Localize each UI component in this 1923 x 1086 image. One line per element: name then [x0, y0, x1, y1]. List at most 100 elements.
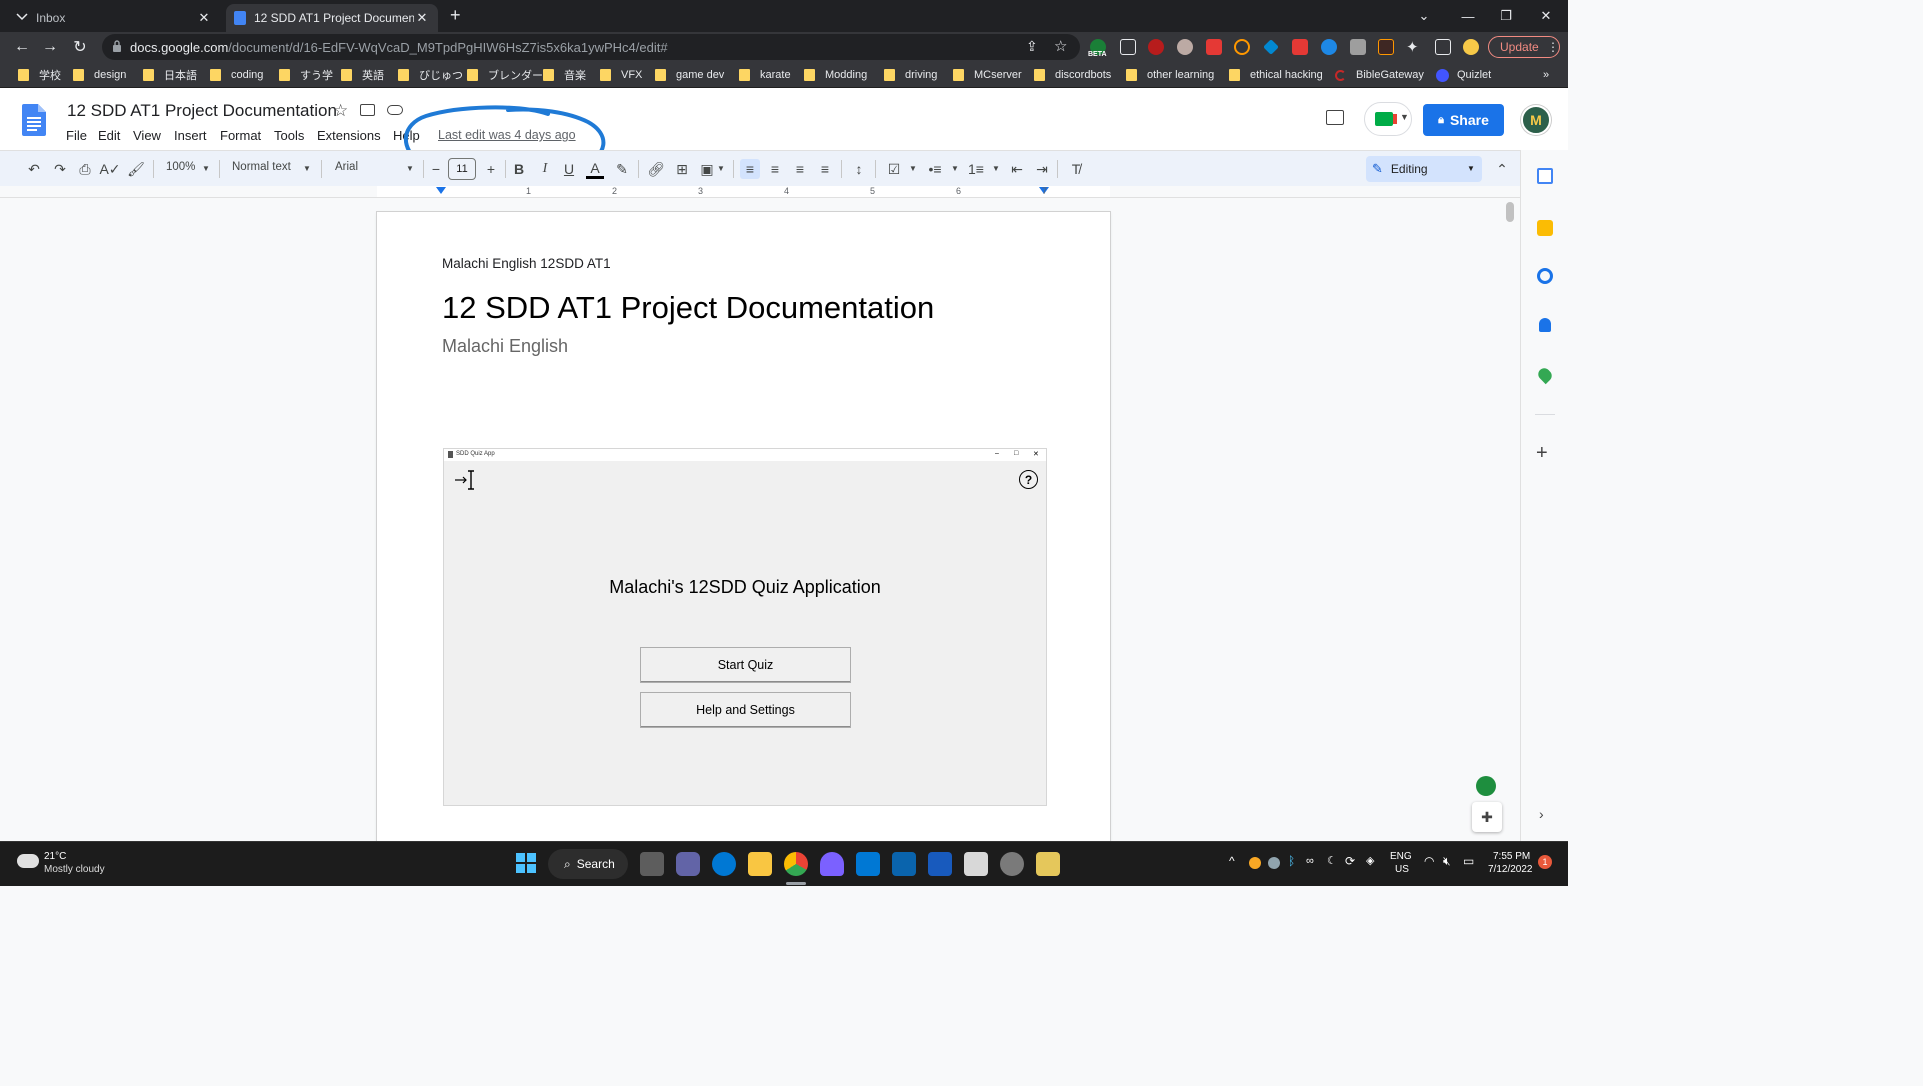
redo-icon[interactable]: ↷	[50, 159, 70, 179]
forward-icon[interactable]: →	[40, 37, 60, 57]
tray-infinity-icon[interactable]: ∞	[1306, 855, 1314, 867]
restore-icon[interactable]: ❐	[1484, 0, 1528, 32]
menu-dots-icon[interactable]: ⋮	[1547, 40, 1559, 54]
bulleted-list-icon[interactable]: •≡	[925, 159, 945, 179]
clock-time[interactable]: 7:55 PM	[1493, 851, 1530, 862]
meet-button[interactable]: ▼	[1364, 102, 1412, 136]
language-top[interactable]: ENG	[1390, 851, 1412, 862]
update-button[interactable]: Update ⋮	[1488, 36, 1560, 58]
italic-icon[interactable]: I	[536, 159, 554, 179]
decrease-indent-icon[interactable]: ⇤	[1007, 159, 1027, 179]
bookmark-folder[interactable]: design	[73, 68, 126, 82]
bluetooth-icon[interactable]: ᛒ	[1288, 854, 1295, 868]
bookmark-folder[interactable]: ブレンダー	[467, 68, 543, 82]
bookmark-folder[interactable]: karate	[739, 68, 791, 82]
address-bar[interactable]: docs.google.com/document/d/16-EdFV-WqVca…	[102, 34, 1080, 60]
extension-icon[interactable]	[1350, 39, 1366, 55]
clock-date[interactable]: 7/12/2022	[1488, 864, 1533, 875]
chevron-down-icon[interactable]: ▼	[951, 164, 959, 173]
extension-icon[interactable]	[1321, 39, 1337, 55]
extensions-puzzle-icon[interactable]: ✦	[1406, 38, 1419, 56]
tab-docs[interactable]: 12 SDD AT1 Project Documentati ✕	[226, 4, 438, 32]
page-subtitle[interactable]: Malachi English	[442, 336, 568, 357]
vertical-scrollbar[interactable]	[1506, 202, 1514, 222]
task-view-icon[interactable]	[640, 852, 664, 876]
lock-icon[interactable]	[112, 40, 122, 53]
close-tab-icon[interactable]: ✕	[414, 10, 430, 26]
contacts-icon[interactable]	[1539, 318, 1551, 332]
undo-icon[interactable]: ↶	[24, 159, 44, 179]
page-title[interactable]: 12 SDD AT1 Project Documentation	[442, 290, 934, 326]
ublock-icon[interactable]	[1148, 39, 1164, 55]
paragraph-style-select[interactable]: Normal text	[232, 161, 291, 173]
grammarly-icon[interactable]	[1476, 776, 1496, 796]
document-title[interactable]: 12 SDD AT1 Project Documentation	[67, 101, 337, 121]
print-icon[interactable]: ⎙	[75, 159, 95, 179]
wifi-icon[interactable]: ◠	[1424, 854, 1434, 868]
chevron-down-icon[interactable]: ▼	[909, 164, 917, 173]
obsidian-icon[interactable]	[820, 852, 844, 876]
app-icon[interactable]	[1036, 852, 1060, 876]
battery-icon[interactable]: ▭	[1463, 854, 1474, 868]
editing-mode-select[interactable]: ✎ Editing ▼	[1366, 156, 1482, 182]
menu-insert[interactable]: Insert	[174, 128, 207, 143]
align-justify-icon[interactable]: ≡	[815, 159, 835, 179]
calendar-icon[interactable]	[1537, 168, 1553, 184]
menu-view[interactable]: View	[133, 128, 161, 143]
vscode-icon[interactable]	[856, 852, 880, 876]
chevron-down-icon[interactable]: ▼	[202, 164, 210, 173]
share-page-icon[interactable]: ⇪	[1026, 38, 1038, 55]
bookmark-folder[interactable]: ethical hacking	[1229, 68, 1323, 82]
pdf-extension-icon[interactable]	[1292, 39, 1308, 55]
font-size-input[interactable]: 11	[448, 158, 476, 180]
file-explorer-icon[interactable]	[748, 852, 772, 876]
bookmark-folder[interactable]: game dev	[655, 68, 724, 82]
bookmark-folder[interactable]: other learning	[1126, 68, 1214, 82]
avatar[interactable]: M	[1521, 105, 1551, 135]
bookmark-folder[interactable]: びじゅつ	[398, 68, 463, 82]
bookmark-folder[interactable]: Modding	[804, 68, 867, 82]
move-folder-icon[interactable]	[360, 104, 375, 116]
left-indent-marker[interactable]	[436, 187, 446, 194]
star-icon[interactable]: ☆	[333, 101, 348, 121]
maps-icon[interactable]	[1535, 365, 1555, 385]
chevron-down-icon[interactable]: ▼	[303, 164, 311, 173]
bold-icon[interactable]: B	[510, 159, 528, 179]
bookmark-folder[interactable]: 日本語	[143, 68, 197, 82]
document-app-icon[interactable]	[964, 852, 988, 876]
highlight-color-icon[interactable]: ✎	[613, 159, 631, 179]
line-spacing-icon[interactable]: ↕	[849, 159, 869, 179]
text-color-icon[interactable]: A	[586, 159, 604, 179]
bookmark-folder[interactable]: 学校	[18, 68, 61, 82]
close-tab-icon[interactable]: ✕	[196, 10, 212, 26]
align-right-icon[interactable]: ≡	[790, 159, 810, 179]
spellcheck-icon[interactable]: A✓	[99, 159, 120, 179]
menu-tools[interactable]: Tools	[274, 128, 304, 143]
menu-extensions[interactable]: Extensions	[317, 128, 381, 143]
add-addon-icon[interactable]: +	[1536, 442, 1548, 465]
extension-icon[interactable]	[1206, 39, 1222, 55]
checklist-icon[interactable]: ☑	[884, 159, 904, 179]
steam-icon[interactable]	[1268, 857, 1280, 869]
bookmark-folder[interactable]: 英語	[341, 68, 384, 82]
bookmark-link[interactable]: BibleGateway	[1335, 68, 1424, 82]
share-button[interactable]: 🔒︎ Share	[1423, 104, 1504, 136]
reload-icon[interactable]: ↻	[70, 37, 90, 57]
extension-icon[interactable]	[1378, 39, 1394, 55]
embedded-app-screenshot[interactable]: SDD Quiz App – □ ✕ ? Malachi's 12SDD Qui…	[443, 448, 1047, 806]
sync-icon[interactable]: ⟳	[1345, 854, 1355, 868]
decrease-font-size-icon[interactable]: −	[428, 159, 444, 179]
profile-avatar-icon[interactable]	[1463, 39, 1479, 55]
infinity-extension-icon[interactable]	[1234, 39, 1250, 55]
underline-icon[interactable]: U	[560, 159, 578, 179]
insert-image-icon[interactable]: ▣	[697, 159, 717, 179]
word-icon[interactable]	[928, 852, 952, 876]
new-tab-button[interactable]: +	[450, 5, 461, 26]
extension-icon[interactable]	[1263, 39, 1279, 55]
bookmark-link[interactable]: Quizlet	[1436, 68, 1491, 82]
document-page[interactable]: Malachi English 12SDD AT1 12 SDD AT1 Pro…	[377, 212, 1110, 841]
tray-app-icon[interactable]	[1249, 857, 1261, 869]
taskbar-search[interactable]: ⌕ Search	[548, 849, 628, 879]
weather-cloud-icon[interactable]	[17, 854, 39, 868]
speaker-muted-icon[interactable]: 🔇︎	[1443, 854, 1451, 869]
